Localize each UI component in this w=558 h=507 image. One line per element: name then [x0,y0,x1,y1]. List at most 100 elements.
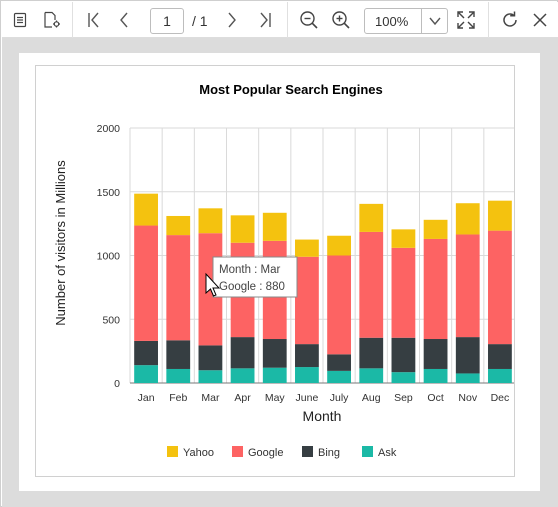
pdf-viewer: 1 / 1 100% Most Popular Search Engines 0… [0,0,558,507]
bar-bing-apr [230,337,255,369]
zoom-value: 100% [375,14,409,29]
bar-yahoo-oct [423,219,448,239]
first-page-icon[interactable] [80,6,108,34]
bar-google-july [327,255,351,355]
legend-swatch-bing [302,446,313,457]
document-icon[interactable] [6,6,34,34]
bar-bing-june [295,344,319,368]
legend-label-google: Google [248,447,283,459]
bar-bing-may [262,339,287,368]
bar-bing-mar [198,345,223,371]
x-tick-label: Apr [234,392,251,404]
document-page: Most Popular Search Engines 0 500 1000 1500… [19,53,540,491]
bar-ask-oct [423,368,448,383]
bar-google-feb [166,235,191,341]
bar-ask-mar [198,370,223,383]
zoom-out-icon[interactable] [295,6,323,34]
fit-page-icon[interactable] [452,6,480,34]
x-tick-label: Aug [362,392,381,404]
chart-title: Most Popular Search Engines [199,82,383,97]
y-axis-tick-labels: 0 500 1000 1500 2000 [97,123,121,390]
bar-google-sep [391,247,416,338]
close-icon[interactable] [526,6,554,34]
stacked-column-chart[interactable]: Most Popular Search Engines 0 500 1000 1500… [36,66,517,476]
dropdown-chevron-icon[interactable] [427,13,443,34]
refresh-icon[interactable] [496,6,524,34]
legend-label-yahoo: Yahoo [183,447,214,459]
bar-google-jan [134,225,158,341]
document-viewer[interactable]: Most Popular Search Engines 0 500 1000 1500… [2,38,558,507]
bar-yahoo-june [295,239,319,257]
x-tick-label: May [265,392,286,404]
bar-bing-july [327,354,351,371]
bar-yahoo-aug [359,203,384,232]
total-pages-label: / 1 [192,13,208,29]
bar-ask-apr [230,368,255,383]
x-tick-label: Jan [138,392,155,404]
bar-google-nov [455,234,480,338]
x-axis-tick-labels: Jan Feb Mar Apr May June July Aug Sep Oct Nov Dec [138,392,510,404]
bar-yahoo-nov [455,203,480,235]
bar-ask-aug [359,368,384,383]
tooltip-value: Google : 880 [219,281,285,293]
y-tick-label: 1500 [97,187,121,199]
bar-bing-oct [423,339,448,369]
bar-google-dec [488,230,512,345]
x-tick-label: Nov [458,392,477,404]
bar-ask-feb [166,368,191,383]
y-tick-label: 500 [102,314,120,326]
x-tick-label: Mar [201,392,220,404]
x-tick-label: Dec [491,392,510,404]
bar-yahoo-mar [198,208,223,234]
bar-yahoo-sep [391,229,416,248]
legend-swatch-ask [362,446,373,457]
y-tick-label: 1000 [97,251,121,263]
legend-swatch-google [232,446,243,457]
bar-bing-sep [391,337,416,373]
bar-yahoo-jan [134,193,158,226]
bar-ask-july [327,370,351,383]
bar-google-june [295,256,319,345]
chart-legend: Yahoo Google Bing Ask [167,446,397,459]
legend-label-ask: Ask [378,447,397,459]
zoom-select[interactable]: 100% [364,8,448,34]
x-tick-label: Feb [169,392,187,404]
x-tick-label: Sep [394,392,413,404]
y-tick-label: 2000 [97,123,121,135]
bar-bing-nov [455,337,480,374]
last-page-icon[interactable] [251,6,279,34]
toolbar: 1 / 1 100% [2,2,558,38]
toolbar-separator [287,2,288,38]
legend-label-bing: Bing [318,447,340,459]
bar-yahoo-apr [230,215,255,243]
x-tick-label: July [330,392,349,404]
bar-yahoo-may [262,212,287,241]
toolbar-separator [72,2,73,38]
x-tick-label: June [296,392,319,404]
bar-google-oct [423,238,448,340]
y-tick-label: 0 [114,378,120,390]
bar-bing-jan [134,340,158,366]
bar-ask-sep [391,372,416,383]
x-tick-label: Oct [427,392,443,404]
current-page-input[interactable]: 1 [150,8,184,34]
bar-ask-jan [134,365,158,383]
bar-yahoo-july [327,235,351,256]
previous-page-icon[interactable] [110,6,138,34]
toolbar-separator [488,2,489,38]
bar-ask-may [262,367,287,383]
tooltip-month: Month : Mar [219,264,281,276]
bar-yahoo-feb [166,215,191,236]
bar-yahoo-dec [488,200,512,231]
bar-bing-feb [166,340,191,369]
bar-ask-dec [488,368,512,383]
bar-google-aug [359,231,384,338]
bar-bing-dec [488,344,512,369]
next-page-icon[interactable] [218,6,246,34]
legend-swatch-yahoo [167,446,178,457]
bar-ask-june [295,367,319,383]
y-axis-title: Number of visitors in Millions [53,160,68,326]
chart-container: Most Popular Search Engines 0 500 1000 1500… [35,65,517,477]
zoom-in-icon[interactable] [327,6,355,34]
settings-document-icon[interactable] [38,6,66,34]
